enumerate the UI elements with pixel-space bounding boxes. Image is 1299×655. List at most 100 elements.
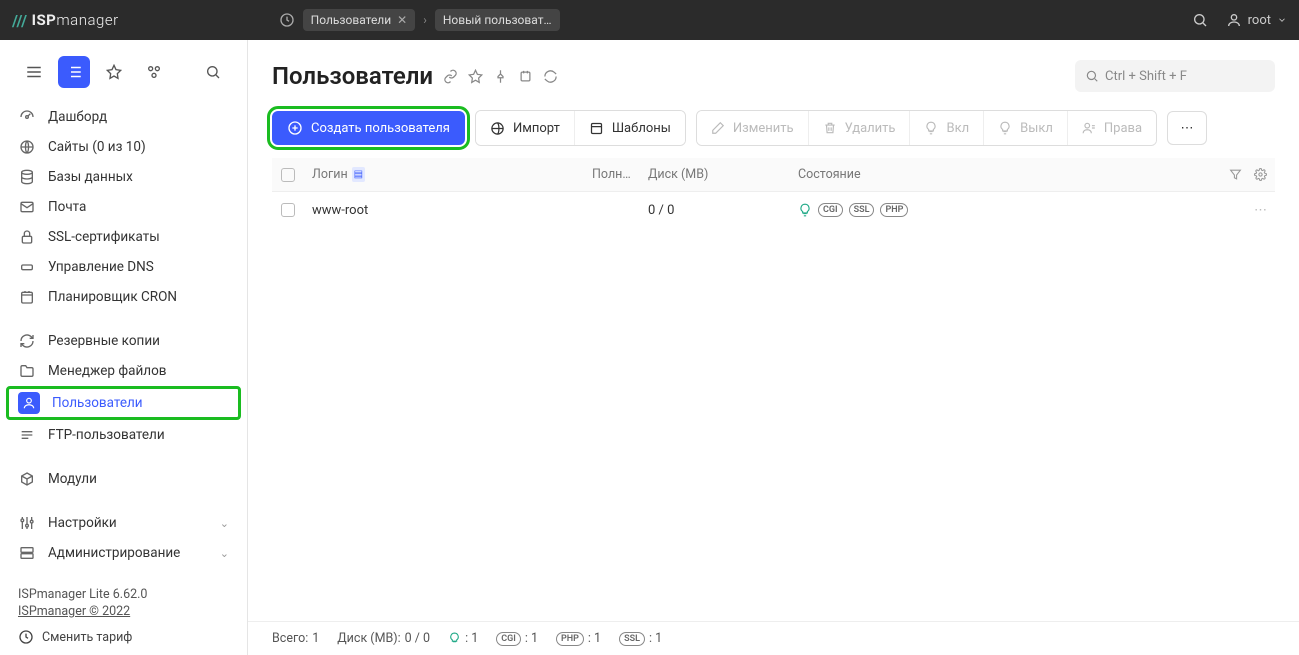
- main: Пользователи Ctrl + Shift + F Создать по…: [248, 40, 1299, 655]
- total-label: Всего:: [272, 631, 308, 646]
- col-fullname[interactable]: Полн…: [584, 167, 640, 182]
- rights-button[interactable]: Права: [1068, 111, 1156, 145]
- sidebar-item-db[interactable]: Базы данных: [0, 162, 247, 192]
- sliders-icon: [18, 514, 36, 532]
- off-label: Выкл: [1020, 121, 1053, 136]
- sidebar-item-users[interactable]: Пользователи: [6, 386, 241, 420]
- more-button[interactable]: ⋯: [1167, 111, 1207, 145]
- sidebar-item-mail[interactable]: Почта: [0, 192, 247, 222]
- create-label: Создать пользователя: [311, 121, 450, 136]
- sidebar-item-settings[interactable]: Настройки⌄: [0, 508, 247, 538]
- search-input[interactable]: Ctrl + Shift + F: [1075, 60, 1275, 92]
- newwindow-icon[interactable]: [518, 69, 533, 84]
- breadcrumb-arrow: ›: [423, 13, 427, 27]
- page-title: Пользователи: [272, 62, 433, 90]
- ssl-badge: SSL: [619, 632, 645, 646]
- sidebar-label: Управление DNS: [48, 259, 154, 275]
- change-tariff-button[interactable]: Сменить тариф: [18, 629, 229, 645]
- link-icon[interactable]: [443, 69, 458, 84]
- logo: /// ISPmanager: [12, 11, 119, 30]
- calendar-icon: [18, 288, 36, 306]
- breadcrumb-bar: Пользователи ✕ › Новый пользоват…: [279, 9, 560, 31]
- sidebar-label: Администрирование: [48, 545, 180, 561]
- sidebar-item-dns[interactable]: Управление DNS: [0, 252, 247, 282]
- dns-icon: [18, 258, 36, 276]
- filter-icon[interactable]: [1229, 168, 1242, 181]
- ftp-icon: [18, 426, 36, 444]
- ssl-badge: SSL: [849, 203, 875, 217]
- history-icon[interactable]: [279, 12, 295, 28]
- sidebar-item-monitoring[interactable]: Мониторинг и журналы⌄: [0, 568, 247, 577]
- topbar: /// ISPmanager Пользователи ✕ › Новый по…: [0, 0, 1299, 40]
- pin-icon[interactable]: [493, 69, 508, 84]
- table-row[interactable]: www-root 0 / 0 CGI SSL PHP ⋯: [272, 192, 1275, 228]
- sidebar-apps-icon[interactable]: [138, 56, 170, 88]
- actions-group: Изменить Удалить Вкл Выкл Права: [696, 110, 1157, 146]
- col-login[interactable]: Логин▤: [304, 167, 584, 182]
- edit-label: Изменить: [733, 121, 794, 136]
- user-menu[interactable]: root: [1226, 12, 1287, 28]
- on-button[interactable]: Вкл: [910, 111, 984, 145]
- logo-slashes: ///: [12, 11, 28, 30]
- sidebar-label: Дашборд: [48, 109, 107, 125]
- logo-isp: ISP: [32, 11, 57, 29]
- select-all-checkbox[interactable]: [281, 168, 295, 182]
- sidebar-hamburger[interactable]: [18, 56, 50, 88]
- sidebar-item-backup[interactable]: Резервные копии: [0, 326, 247, 356]
- sidebar-label: FTP-пользователи: [48, 427, 165, 443]
- create-user-button[interactable]: Создать пользователя: [272, 111, 465, 145]
- gear-icon[interactable]: [1254, 168, 1267, 181]
- sidebar-label: Пользователи: [52, 395, 143, 411]
- edit-button[interactable]: Изменить: [697, 111, 809, 145]
- cgi-badge: CGI: [496, 632, 521, 646]
- off-button[interactable]: Выкл: [984, 111, 1068, 145]
- sidebar-item-sites[interactable]: Сайты (0 из 10): [0, 132, 247, 162]
- col-state[interactable]: Состояние: [790, 167, 1215, 182]
- sidebar-label: SSL-сертификаты: [48, 229, 160, 245]
- state-icons: CGI SSL PHP: [798, 203, 908, 217]
- refresh-icon: [18, 332, 36, 350]
- breadcrumb-users[interactable]: Пользователи ✕: [303, 9, 416, 31]
- sidebar-label: Модули: [48, 471, 97, 487]
- search-icon[interactable]: [1192, 12, 1208, 28]
- sidebar-item-modules[interactable]: Модули: [0, 464, 247, 494]
- sidebar-item-filemgr[interactable]: Менеджер файлов: [0, 356, 247, 386]
- breadcrumb-new-user[interactable]: Новый пользоват…: [435, 9, 560, 31]
- chevron-down-icon: ⌄: [220, 517, 229, 530]
- user-icon: [18, 392, 40, 414]
- sidebar-item-ftp[interactable]: FTP-пользователи: [0, 420, 247, 450]
- sidebar: Дашборд Сайты (0 из 10) Базы данных Почт…: [0, 40, 248, 655]
- sidebar-star[interactable]: [98, 56, 130, 88]
- breadcrumb-users-label: Пользователи: [311, 13, 392, 27]
- sidebar-list-view[interactable]: [58, 56, 90, 88]
- refresh-icon[interactable]: [543, 69, 558, 84]
- lock-icon: [18, 228, 36, 246]
- sidebar-label: Базы данных: [48, 169, 133, 185]
- sidebar-search[interactable]: [197, 56, 229, 88]
- templates-button[interactable]: Шаблоны: [575, 111, 685, 145]
- toolbar: Создать пользователя Импорт Шаблоны Изме…: [248, 102, 1299, 158]
- sidebar-label: Мониторинг и журналы: [48, 575, 198, 577]
- col-disk[interactable]: Диск (MB): [640, 167, 790, 182]
- close-icon[interactable]: ✕: [397, 13, 407, 27]
- server-icon: [18, 544, 36, 562]
- sidebar-item-cron[interactable]: Планировщик CRON: [0, 282, 247, 312]
- sidebar-item-dashboard[interactable]: Дашборд: [0, 102, 247, 132]
- row-more-icon[interactable]: ⋯: [1254, 203, 1267, 218]
- table-header: Логин▤ Полн… Диск (MB) Состояние: [272, 158, 1275, 192]
- total-value: 1: [312, 631, 319, 646]
- sidebar-footer: ISPmanager Lite 6.62.0 ISPmanager © 2022…: [0, 577, 247, 655]
- star-icon[interactable]: [468, 69, 483, 84]
- copyright-link[interactable]: ISPmanager © 2022: [18, 604, 229, 619]
- sidebar-item-admin[interactable]: Администрирование⌄: [0, 538, 247, 568]
- row-checkbox[interactable]: [281, 203, 295, 217]
- page-header: Пользователи Ctrl + Shift + F: [248, 40, 1299, 102]
- tariff-label: Сменить тариф: [42, 630, 132, 645]
- sidebar-item-ssl[interactable]: SSL-сертификаты: [0, 222, 247, 252]
- folder-icon: [18, 362, 36, 380]
- delete-button[interactable]: Удалить: [809, 111, 911, 145]
- box-icon: [18, 470, 36, 488]
- import-button[interactable]: Импорт: [476, 111, 575, 145]
- cgi-badge: CGI: [818, 203, 843, 217]
- gauge-icon: [18, 108, 36, 126]
